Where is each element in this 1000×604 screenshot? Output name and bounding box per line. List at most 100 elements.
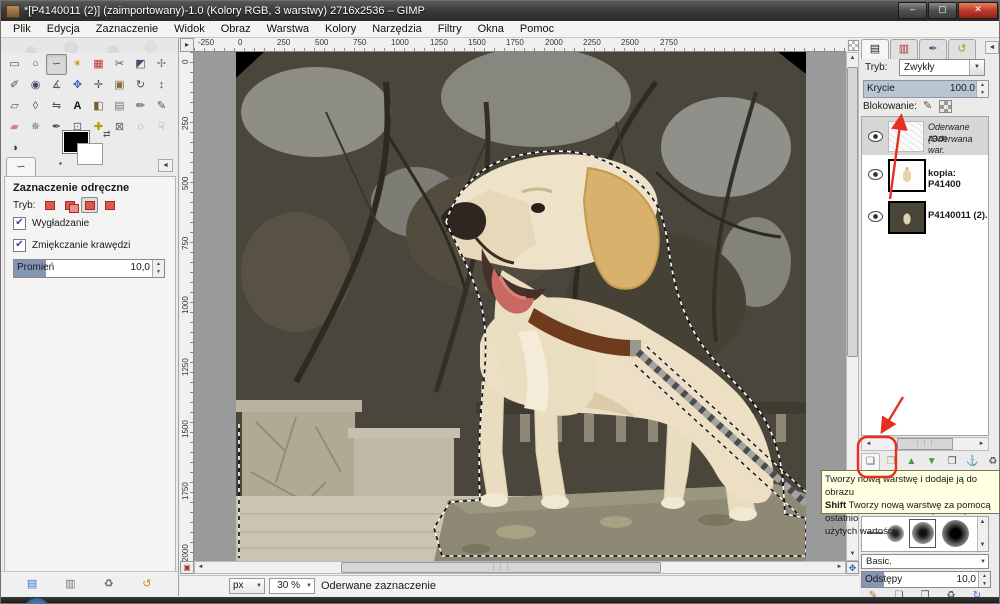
visibility-eye-icon[interactable] [868, 131, 883, 142]
layer-row-original[interactable]: P4140011 (2). [862, 197, 988, 237]
vertical-ruler[interactable]: 0 250 500 750 1000 1250 1500 1750 2000 [180, 52, 194, 573]
close-button[interactable]: ✕ [958, 2, 998, 19]
scroll-right-icon[interactable]: ► [976, 439, 987, 450]
menu-edycja[interactable]: Edycja [39, 22, 88, 36]
layers-scroll-thumb[interactable]: ⋮⋮⋮ [897, 438, 953, 450]
menu-warstwa[interactable]: Warstwa [259, 22, 317, 36]
maximize-button[interactable]: ▢ [928, 2, 957, 19]
title-bar[interactable]: *[P4140011 (2)] (zaimportowany)-1.0 (Kol… [1, 1, 1000, 21]
image-menu-button[interactable]: ▸ [180, 38, 194, 52]
opacity-spinner[interactable]: ▲▼ [976, 81, 988, 97]
opacity-slider[interactable]: Krycie 100.0 ▲▼ [863, 80, 989, 98]
unit-dropdown[interactable]: px ▼ [229, 578, 265, 594]
canvas-viewport[interactable] [194, 52, 846, 561]
tool-fuzzy-select[interactable]: ✴ [67, 54, 88, 75]
feather-checkbox[interactable]: ✔ [13, 239, 26, 252]
visibility-eye-icon[interactable] [868, 169, 883, 180]
spacing-spinner[interactable]: ▲▼ [978, 572, 990, 587]
default-colors-icon[interactable]: ▪ [59, 159, 62, 168]
tool-move[interactable]: ✥ [67, 75, 88, 96]
tool-zoom[interactable]: ◉ [25, 75, 46, 96]
menu-plik[interactable]: Plik [5, 22, 39, 36]
mode-intersect-button[interactable] [101, 197, 118, 213]
tool-free-select[interactable]: ∽ [46, 54, 67, 75]
swap-colors-icon[interactable]: ⇄ [103, 129, 111, 140]
radius-spinner[interactable]: ▲▼ [152, 260, 164, 277]
tool-crop[interactable]: ▣ [109, 75, 130, 96]
mode-add-button[interactable] [61, 197, 78, 213]
mode-replace-button[interactable] [41, 197, 58, 213]
visibility-eye-icon[interactable] [868, 211, 883, 222]
menu-pomoc[interactable]: Pomoc [512, 22, 562, 36]
tool-pencil[interactable]: ✏ [130, 96, 151, 117]
tool-eraser[interactable]: ▰ [4, 117, 25, 138]
tool-rectangle-select[interactable]: ▭ [4, 54, 25, 75]
tool-foreground-select[interactable]: ◩ [130, 54, 151, 75]
tool-select-by-color[interactable]: ▦ [88, 54, 109, 75]
menu-narzedzia[interactable]: Narzędzia [364, 22, 430, 36]
tool-perspective[interactable]: ◊ [25, 96, 46, 117]
menu-okna[interactable]: Okna [470, 22, 512, 36]
layer-thumbnail[interactable] [888, 201, 926, 234]
layer-row-copy[interactable]: kopia: P41400 [862, 155, 988, 195]
lock-alpha-icon[interactable] [939, 100, 952, 113]
tab-channels[interactable]: ▥ [890, 39, 918, 59]
lock-pixels-icon[interactable]: ✎ [923, 99, 932, 112]
tool-text[interactable]: A [67, 96, 88, 117]
scroll-down-icon[interactable]: ▼ [847, 549, 858, 560]
scroll-left-icon[interactable]: ◄ [863, 439, 874, 450]
tool-shear[interactable]: ▱ [4, 96, 25, 117]
restore-tool-preset-button[interactable]: ▥ [61, 576, 79, 592]
antialias-checkbox[interactable]: ✔ [13, 217, 26, 230]
background-color[interactable] [77, 143, 103, 165]
tool-color-picker[interactable]: ✐ [4, 75, 25, 96]
layer-row-floating[interactable]: Oderwane zazn (Oderwana war. [862, 117, 988, 155]
tool-bucket-fill[interactable]: ◧ [88, 96, 109, 117]
scroll-down-icon[interactable]: ▼ [977, 540, 988, 551]
tool-airbrush[interactable]: ✵ [25, 117, 46, 138]
scroll-right-icon[interactable]: ► [834, 562, 845, 573]
quickmask-toggle[interactable]: ▣ [180, 561, 194, 574]
navigation-button[interactable]: ✥ [846, 561, 859, 574]
scroll-left-icon[interactable]: ◄ [195, 562, 206, 573]
tool-align[interactable]: ✛ [88, 75, 109, 96]
tab-paths[interactable]: ✒ [919, 39, 947, 59]
minimize-button[interactable]: – [898, 2, 927, 19]
vertical-scroll-thumb[interactable] [847, 67, 858, 357]
brush-preset-dropdown[interactable]: Basic. ▼ [861, 554, 989, 569]
tool-measure[interactable]: ∡ [46, 75, 67, 96]
right-dock-collapse-icon[interactable]: ◄ [985, 41, 999, 54]
tool-scissors-select[interactable]: ✂ [109, 54, 130, 75]
layer-thumbnail[interactable] [888, 159, 926, 192]
menu-zaznaczenie[interactable]: Zaznaczenie [88, 22, 166, 36]
tab-layers[interactable]: ▤ [861, 39, 889, 59]
delete-tool-preset-button[interactable]: ♻ [100, 576, 118, 592]
menu-kolory[interactable]: Kolory [317, 22, 364, 36]
menu-widok[interactable]: Widok [166, 22, 213, 36]
zoom-dropdown[interactable]: 30 % ▼ [269, 578, 315, 594]
tool-scale[interactable]: ↕ [151, 75, 172, 96]
zoom-follow-icon[interactable] [848, 40, 859, 51]
mode-subtract-button[interactable] [81, 197, 98, 213]
tool-dodge-burn[interactable]: ◑ [4, 138, 25, 159]
spacing-slider[interactable]: Odstępy 10,0 ▲▼ [861, 571, 991, 588]
menu-obraz[interactable]: Obraz [213, 22, 259, 36]
radius-slider[interactable]: Promień 10,0 ▲▼ [13, 259, 165, 278]
tool-ellipse-select[interactable]: ○ [25, 54, 46, 75]
tool-smudge[interactable]: ☟ [151, 117, 172, 138]
reset-tool-options-button[interactable]: ↺ [138, 576, 156, 592]
menu-filtry[interactable]: Filtry [430, 22, 470, 36]
tool-paintbrush[interactable]: ✎ [151, 96, 172, 117]
save-tool-preset-button[interactable]: ▤ [23, 576, 41, 592]
tool-blur-sharpen[interactable]: ◌ [130, 117, 151, 138]
tool-options-collapse-icon[interactable]: ◄ [158, 159, 173, 172]
dropdown-arrow-icon[interactable]: ▼ [969, 60, 984, 75]
tab-history[interactable]: ↺ [948, 39, 976, 59]
layer-thumbnail[interactable] [888, 121, 924, 152]
horizontal-scroll-thumb[interactable]: ⋮⋮⋮ [341, 562, 661, 573]
scroll-up-icon[interactable]: ▲ [847, 53, 858, 64]
tool-paths[interactable]: ✢ [151, 54, 172, 75]
tool-options-tab[interactable]: ∽ [6, 157, 36, 177]
layer-mode-dropdown[interactable]: Zwykły ▼ [899, 59, 985, 76]
horizontal-ruler[interactable]: -250 0 250 500 750 1000 1250 1500 1750 2… [194, 38, 846, 52]
